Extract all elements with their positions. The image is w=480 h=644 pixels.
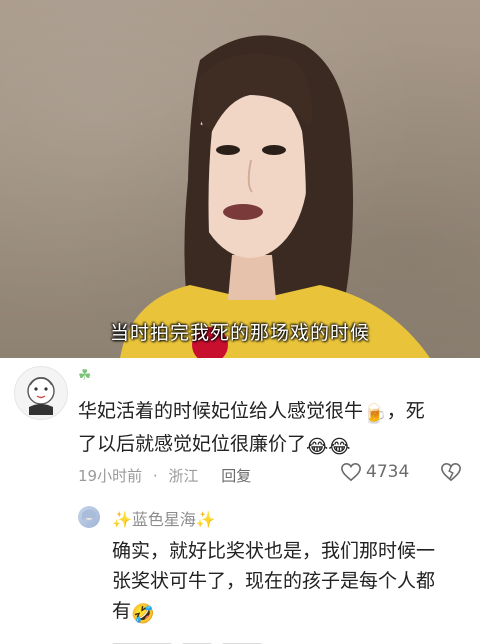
reply-meta-cutoff bbox=[112, 632, 467, 644]
reply-button[interactable]: 回复 bbox=[221, 467, 251, 485]
like-count: 4734 bbox=[366, 462, 410, 482]
reply-text: 确实，就好比奖状也是，我们那时候一 张奖状可牛了，现在的孩子是每个人都 有🤣 bbox=[112, 536, 467, 629]
comment-text: 华妃活着的时候妃位给人感觉很牛🍺，死 了以后就感觉妃位很廉价了😂😂 bbox=[78, 396, 458, 462]
comment-line: ，死 bbox=[386, 400, 425, 422]
reply-username[interactable]: ✨蓝色星海✨ bbox=[112, 506, 216, 530]
meta-separator: · bbox=[152, 467, 158, 485]
comment-location: 浙江 bbox=[168, 467, 199, 485]
clover-icon: ☘ bbox=[78, 366, 92, 384]
beer-emoji: 🍺 bbox=[363, 403, 387, 425]
heart-icon bbox=[341, 462, 361, 482]
dislike-button[interactable] bbox=[440, 462, 462, 486]
comment-time: 19小时前 bbox=[78, 467, 143, 485]
comment-section: ☘ 华妃活着的时候妃位给人感觉很牛🍺，死 了以后就感觉妃位很廉价了😂😂 19小时… bbox=[0, 358, 480, 644]
reply-line: 张奖状可牛了，现在的孩子是每个人都 bbox=[112, 570, 436, 592]
anime-avatar-icon bbox=[82, 509, 96, 520]
actress-figure bbox=[120, 35, 430, 358]
comment-line: 了以后就感觉妃位很廉价了 bbox=[78, 433, 307, 455]
video-subtitle: 当时拍完我死的那场戏的时候 bbox=[109, 322, 370, 344]
like-button[interactable]: 4734 bbox=[340, 462, 409, 482]
video-frame[interactable]: 当时拍完我死的那场戏的时候 bbox=[0, 0, 480, 358]
reply-avatar[interactable] bbox=[78, 506, 100, 528]
reply-line: 有 bbox=[112, 600, 132, 622]
comment-line: 华妃活着的时候妃位给人感觉很牛 bbox=[78, 400, 364, 422]
avatar[interactable] bbox=[14, 366, 68, 420]
broken-heart-icon bbox=[441, 462, 461, 482]
cartoon-avatar-icon bbox=[27, 377, 55, 415]
reply-line: 确实，就好比奖状也是，我们那时候一 bbox=[112, 540, 436, 562]
laugh-emoji: 😂😂 bbox=[306, 436, 351, 458]
rofl-emoji: 🤣 bbox=[131, 603, 155, 625]
comment-meta: 19小时前 · 浙江 回复 bbox=[78, 465, 257, 486]
